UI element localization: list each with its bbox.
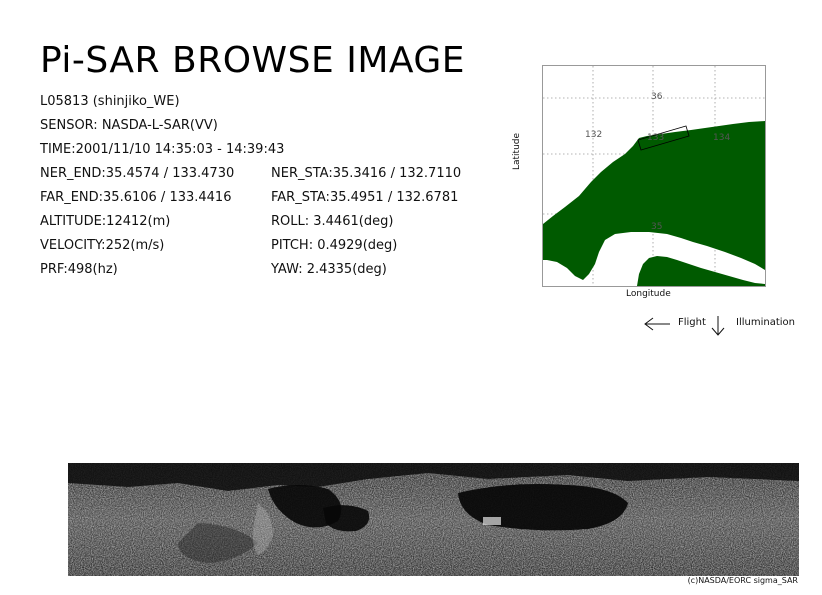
grid-label-133: 133 <box>647 133 664 143</box>
sensor-info: SENSOR: NASDA-L-SAR(VV) <box>40 118 218 133</box>
illumination-arrow-icon <box>711 316 725 336</box>
pitch-info: PITCH: 0.4929(deg) <box>271 238 398 253</box>
direction-legend: Flight Illumination <box>643 313 803 336</box>
land-shape <box>543 121 765 286</box>
altitude-info: ALTITUDE:12412(m) <box>40 214 171 229</box>
illumination-label: Illumination <box>736 317 795 328</box>
ner-end-info: NER_END:35.4574 / 133.4730 <box>40 166 235 181</box>
sar-image <box>68 463 799 576</box>
latitude-label: Latitude <box>512 132 522 170</box>
velocity-info: VELOCITY:252(m/s) <box>40 238 165 253</box>
page-title: Pi-SAR BROWSE IMAGE <box>40 40 466 81</box>
far-sta-info: FAR_STA:35.4951 / 132.6781 <box>271 190 459 205</box>
longitude-label: Longitude <box>626 289 671 299</box>
grid-label-134: 134 <box>713 133 730 143</box>
grid-label-36: 36 <box>651 92 663 102</box>
location-map: 36 132 133 134 35 <box>542 65 766 287</box>
grid-label-132: 132 <box>585 130 602 140</box>
sar-image-strip <box>68 463 799 576</box>
grid-label-35: 35 <box>651 222 662 232</box>
map-canvas: 36 132 133 134 35 <box>543 66 765 286</box>
prf-info: PRF:498(hz) <box>40 262 118 277</box>
yaw-info: YAW: 2.4335(deg) <box>271 262 387 277</box>
scene-id: L05813 (shinjiko_WE) <box>40 94 180 109</box>
roll-info: ROLL: 3.4461(deg) <box>271 214 394 229</box>
time-info: TIME:2001/11/10 14:35:03 - 14:39:43 <box>40 142 285 157</box>
ner-sta-info: NER_STA:35.3416 / 132.7110 <box>271 166 462 181</box>
image-credit: (c)NASDA/EORC sigma_SAR <box>687 576 798 585</box>
flight-arrow-icon <box>644 317 670 331</box>
far-end-info: FAR_END:35.6106 / 133.4416 <box>40 190 232 205</box>
flight-label: Flight <box>678 317 706 328</box>
